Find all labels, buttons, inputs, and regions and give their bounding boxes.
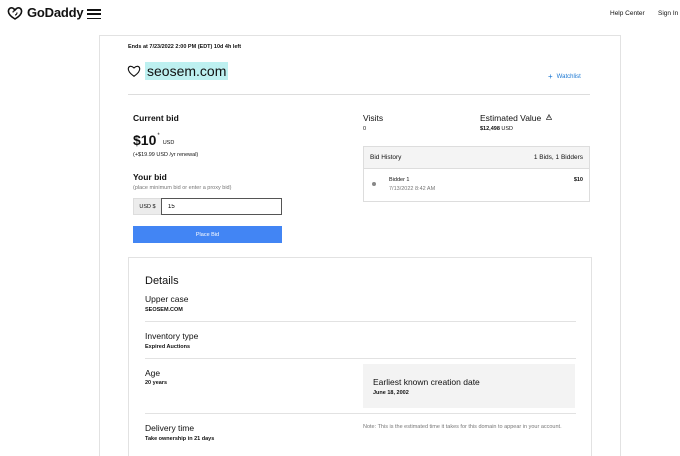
warning-icon[interactable] <box>545 114 552 120</box>
detail-value-upper-case: SEOSEM.COM <box>145 307 183 313</box>
bid-history-header: Bid History 1 Bids, 1 Bidders <box>364 147 589 169</box>
details-title: Details <box>145 275 179 287</box>
plus-icon: + <box>548 72 553 81</box>
godaddy-logo-icon <box>7 6 23 20</box>
help-center-link[interactable]: Help Center <box>610 10 645 17</box>
watchlist-button[interactable]: + Watchlist <box>548 72 581 81</box>
current-bid-price: $10 * USD <box>133 132 174 148</box>
top-header: GoDaddy Help Center Sign In <box>0 0 680 28</box>
bidder-name: Bidder 1 <box>389 177 410 183</box>
godaddy-logo[interactable]: GoDaddy <box>7 5 84 20</box>
current-bid-currency: USD <box>162 140 175 146</box>
table-row: Bidder 1 7/13/2022 8:42 AM $10 <box>364 169 589 202</box>
earliest-creation-value: June 18, 2002 <box>373 390 409 396</box>
renewal-price: (+$19.99 USD /yr renewal) <box>133 152 199 158</box>
bullet-icon <box>372 182 376 186</box>
estimated-value-text: Estimated Value <box>480 113 542 123</box>
bid-amount: $10 <box>573 177 583 183</box>
visits-label: Visits <box>363 113 384 123</box>
place-bid-button[interactable]: Place Bid <box>133 226 282 243</box>
divider <box>145 413 576 414</box>
visits-value: 0 <box>363 126 367 132</box>
divider <box>128 94 590 95</box>
sign-in-link[interactable]: Sign In <box>658 10 678 17</box>
estimated-value-number: $12,498 <box>480 126 500 132</box>
your-bid-label: Your bid <box>133 172 167 182</box>
bid-history-panel: Bid History 1 Bids, 1 Bidders Bidder 1 7… <box>363 146 590 202</box>
asterisk: * <box>157 133 160 139</box>
current-bid-amount: $10 <box>133 132 157 148</box>
bid-history-counts: 1 Bids, 1 Bidders <box>533 154 583 161</box>
divider <box>145 358 576 359</box>
your-bid-hint: (place minimum bid or enter a proxy bid) <box>133 185 232 191</box>
bid-currency-prefix: USD $ <box>133 198 161 215</box>
estimated-value-label: Estimated Value <box>480 113 552 123</box>
domain-name: seosem.com <box>145 62 229 80</box>
detail-value-age: 20 years <box>145 380 168 386</box>
estimated-value-currency: USD <box>501 126 514 132</box>
earliest-creation-label: Earliest known creation date <box>373 377 480 387</box>
heart-icon[interactable] <box>127 64 141 78</box>
bid-history-title: Bid History <box>370 154 402 161</box>
earliest-creation-box: Earliest known creation date June 18, 20… <box>363 364 575 408</box>
menu-icon[interactable] <box>87 9 101 20</box>
bid-time: 7/13/2022 8:42 AM <box>389 186 436 192</box>
current-bid-label: Current bid <box>133 113 179 123</box>
watchlist-label: Watchlist <box>556 74 581 80</box>
divider <box>145 321 576 322</box>
delivery-note: Note: This is the estimated time it take… <box>363 424 562 430</box>
auction-end-time: Ends at 7/23/2022 2:00 PM (EDT) 10d 4h l… <box>128 44 242 50</box>
bid-amount-input[interactable] <box>161 198 282 215</box>
domain-title-row: seosem.com <box>127 62 229 80</box>
logo-text: GoDaddy <box>27 5 84 20</box>
detail-label-age: Age <box>145 368 161 378</box>
detail-label-delivery-time: Delivery time <box>145 423 195 433</box>
bid-input-group: USD $ <box>133 198 282 215</box>
detail-label-upper-case: Upper case <box>145 294 189 304</box>
estimated-value-amount: $12,498 USD <box>480 126 513 132</box>
detail-label-inventory-type: Inventory type <box>145 331 199 341</box>
detail-value-inventory-type: Expired Auctions <box>145 344 191 350</box>
detail-value-delivery-time: Take ownership in 21 days <box>145 436 215 442</box>
